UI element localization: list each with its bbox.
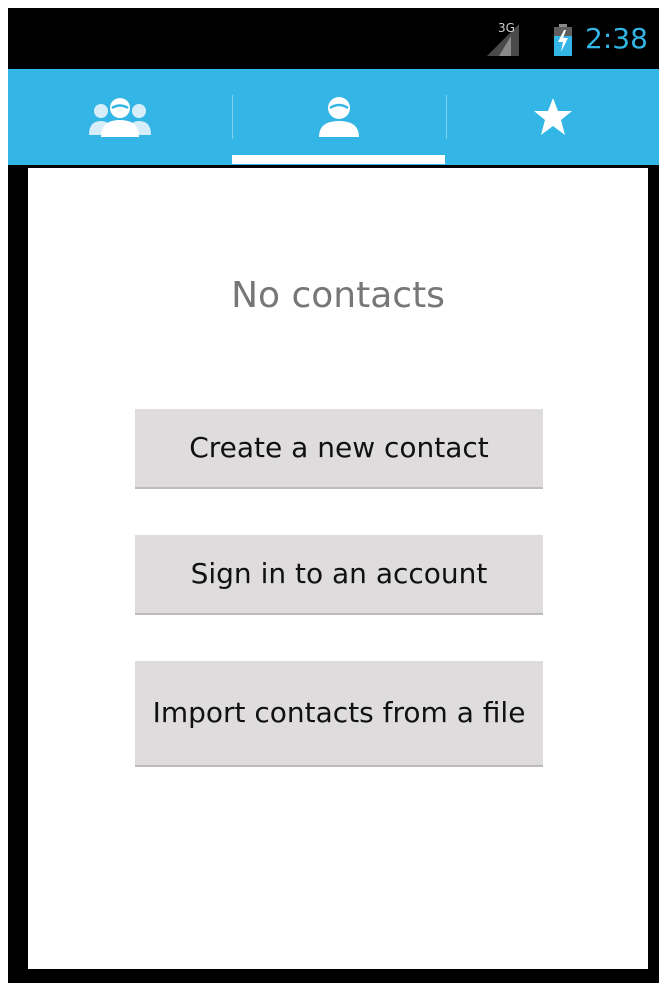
selected-tab-indicator	[232, 155, 445, 164]
tab-groups[interactable]	[8, 69, 232, 165]
import-contacts-button[interactable]: Import contacts from a file	[135, 661, 543, 767]
status-bar: 3G 2:38	[8, 8, 659, 69]
tab-favorites[interactable]	[446, 69, 659, 165]
empty-state-message: No contacts	[231, 275, 445, 316]
sign-in-button[interactable]: Sign in to an account	[135, 535, 543, 615]
create-contact-button[interactable]: Create a new contact	[135, 409, 543, 489]
status-clock: 2:38	[585, 22, 648, 55]
network-type-label: 3G	[498, 21, 515, 35]
person-icon	[319, 97, 359, 137]
device-screen: 3G 2:38 No contacts Create a new contact…	[8, 8, 659, 983]
groups-icon	[89, 98, 151, 137]
contacts-empty-panel: No contacts Create a new contact Sign in…	[28, 168, 648, 969]
tab-bar	[8, 69, 659, 165]
star-icon	[533, 98, 572, 135]
tab-all-contacts[interactable]	[232, 69, 446, 165]
battery-charging-icon	[554, 24, 572, 56]
